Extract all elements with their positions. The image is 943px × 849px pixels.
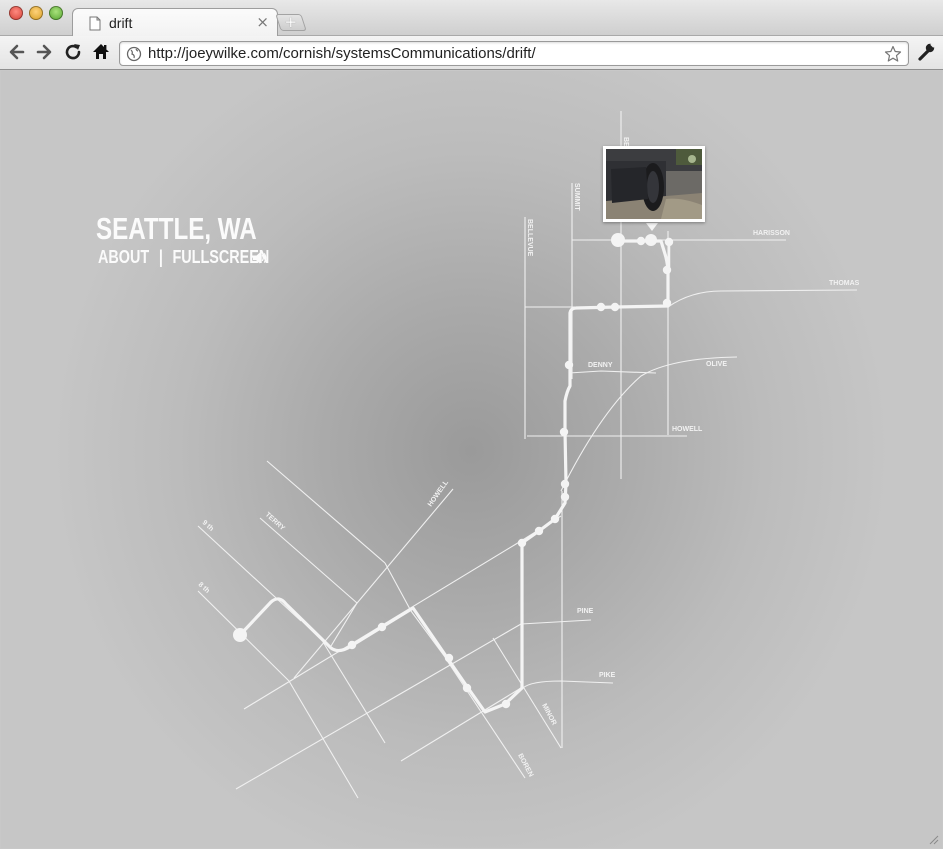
streets bbox=[197, 111, 858, 799]
route-stop-dot[interactable] bbox=[550, 514, 560, 524]
new-tab-button[interactable]: + bbox=[275, 13, 307, 31]
route-stops bbox=[233, 223, 674, 709]
route-stop-dot[interactable] bbox=[560, 479, 570, 489]
tab-strip: drift × + bbox=[0, 0, 943, 37]
tab-title: drift bbox=[109, 15, 133, 31]
route-stop-dot[interactable] bbox=[444, 653, 454, 663]
route-stop-dot[interactable] bbox=[377, 622, 387, 632]
bookmark-star-icon[interactable] bbox=[884, 45, 902, 63]
route-stop-dot[interactable] bbox=[534, 526, 544, 536]
street-label-8th: 8 th bbox=[197, 581, 211, 595]
route-stop-dot[interactable] bbox=[501, 699, 511, 709]
minimize-window-button[interactable] bbox=[29, 6, 43, 20]
street-label-bellevue: BELLEVUE bbox=[526, 219, 533, 257]
globe-icon bbox=[126, 46, 142, 62]
route-stop-dot[interactable] bbox=[517, 538, 527, 548]
close-window-button[interactable] bbox=[9, 6, 23, 20]
street-label-minor: MINOR bbox=[540, 703, 557, 727]
street-label-olive: OLIVE bbox=[706, 361, 727, 368]
browser-window: drift × + http://joeywilke.com/cornish/s… bbox=[0, 0, 943, 849]
page-icon bbox=[89, 16, 101, 31]
route-stop-dot[interactable] bbox=[662, 298, 672, 308]
street-label-pine: PINE bbox=[577, 608, 594, 615]
photo-pointer bbox=[646, 223, 658, 231]
route-stop-dot[interactable] bbox=[559, 427, 569, 437]
forward-icon[interactable] bbox=[32, 40, 56, 64]
street-label-thomas: THOMAS bbox=[829, 280, 860, 287]
route-end-dot[interactable] bbox=[611, 233, 625, 247]
street-label-howell-west: HOWELL bbox=[427, 479, 451, 508]
route-stop-dot[interactable] bbox=[596, 302, 606, 312]
route-stop-dot[interactable] bbox=[610, 302, 620, 312]
nav-separator: | bbox=[158, 247, 163, 267]
reload-icon[interactable] bbox=[61, 40, 85, 64]
street-label-boren: BOREN bbox=[516, 753, 534, 779]
page-title: SEATTLE, WA bbox=[96, 211, 257, 246]
speaker-icon[interactable] bbox=[252, 251, 270, 265]
tab-drift[interactable]: drift × bbox=[72, 8, 278, 37]
about-link[interactable]: ABOUT bbox=[98, 247, 149, 267]
route-current-dot[interactable] bbox=[645, 234, 657, 246]
street-labels: BELMONT SUMMIT BELLEVUE HARISSON THOMAS … bbox=[197, 137, 860, 778]
page-nav: ABOUT | FULLSCREEN bbox=[98, 247, 269, 268]
url-text: http://joeywilke.com/cornish/systemsComm… bbox=[148, 45, 536, 62]
address-bar[interactable]: http://joeywilke.com/cornish/systemsComm… bbox=[119, 41, 909, 66]
route-stop-dot[interactable] bbox=[664, 237, 674, 247]
browser-toolbar: http://joeywilke.com/cornish/systemsComm… bbox=[0, 36, 943, 70]
route-stop-dot[interactable] bbox=[662, 265, 672, 275]
route-start-dot[interactable] bbox=[233, 628, 247, 642]
page-content: BELMONT SUMMIT BELLEVUE HARISSON THOMAS … bbox=[1, 71, 942, 848]
plus-icon: + bbox=[284, 13, 298, 31]
location-photo[interactable] bbox=[603, 146, 705, 222]
route-stop-dot[interactable] bbox=[560, 492, 570, 502]
wrench-icon[interactable] bbox=[914, 40, 938, 64]
tab-close-icon[interactable]: × bbox=[256, 13, 269, 31]
route-path bbox=[238, 239, 670, 714]
home-icon[interactable] bbox=[89, 40, 113, 64]
street-label-harisson: HARISSON bbox=[753, 230, 790, 237]
zoom-window-button[interactable] bbox=[49, 6, 63, 20]
route-stop-dot[interactable] bbox=[462, 683, 472, 693]
street-map: BELMONT SUMMIT BELLEVUE HARISSON THOMAS … bbox=[197, 111, 860, 799]
street-label-terry: TERRY bbox=[264, 511, 286, 532]
car-tire-photo bbox=[606, 149, 702, 219]
street-label-pike: PIKE bbox=[599, 672, 616, 679]
street-label-howell-east: HOWELL bbox=[672, 426, 703, 433]
back-icon[interactable] bbox=[5, 40, 29, 64]
street-label-denny: DENNY bbox=[588, 362, 613, 369]
route-stop-dot[interactable] bbox=[347, 640, 357, 650]
route-stop-dot[interactable] bbox=[564, 360, 574, 370]
resize-grip-icon[interactable] bbox=[928, 834, 939, 845]
street-label-summit: SUMMIT bbox=[573, 183, 580, 211]
route-stop-dot[interactable] bbox=[636, 236, 646, 246]
